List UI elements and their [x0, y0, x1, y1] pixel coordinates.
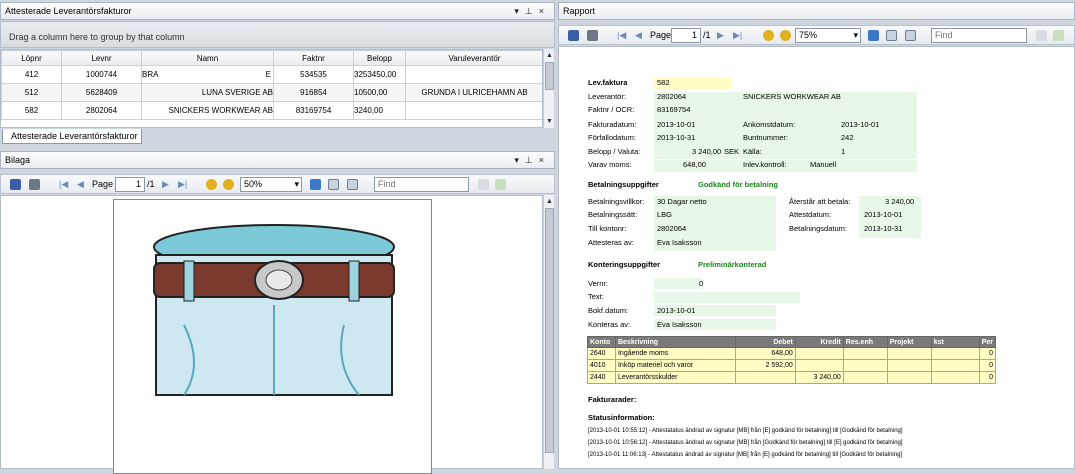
table-row[interactable]: 412 1000744 BRA E 534535 3253450,00 [1, 65, 542, 84]
grid-panel-header: Attesterade Leverantörsfakturor ▾⊥× [0, 2, 555, 20]
scroll-down-icon[interactable]: ▼ [545, 117, 554, 126]
kontering-table: Konto Beskrivning Debet Kredit Res.enh P… [587, 336, 997, 384]
kt-col-kredit: Kredit [794, 336, 844, 348]
page-total: /1 [703, 30, 711, 40]
chevron-down-icon[interactable]: ▾ [294, 178, 299, 191]
zoom-in-icon[interactable] [780, 30, 791, 41]
table-row: 2440 Leverantörsskulder 3 240,00 0 [587, 371, 997, 384]
statusinfo-label: Statusinformation: [588, 413, 655, 422]
table-row: 4010 Inköp materiel och varor 2 592,00 0 [587, 359, 997, 372]
col-header-levnr[interactable]: Levnr [61, 50, 142, 66]
col-header-varuleverantor[interactable]: Varuleverantör [405, 50, 542, 66]
grid-panel-title: Attesterade Leverantörsfakturor [5, 6, 132, 16]
scroll-up-icon[interactable]: ▲ [545, 197, 554, 206]
print-icon[interactable] [29, 179, 40, 190]
two-page-icon[interactable] [905, 30, 916, 41]
kt-col-projekt: Projekt [886, 336, 932, 348]
find-next-icon[interactable] [478, 179, 489, 190]
kontering-header: Konteringsuppgifter [588, 260, 661, 269]
dropdown-icon[interactable]: ▾ [514, 6, 525, 16]
find-input[interactable]: Find [374, 177, 469, 192]
kt-col-resenh: Res.enh [842, 336, 888, 348]
report-viewer: Lev.faktura 582 Leverantör: 2802064 SNIC… [558, 46, 1075, 469]
rapport-title: Rapport [563, 6, 596, 16]
page-width-icon[interactable] [310, 179, 321, 190]
next-page-icon[interactable]: ▶ [717, 30, 724, 41]
zoom-select[interactable]: 50% ▾ [240, 177, 302, 192]
group-hint: Drag a column here to group by that colu… [9, 32, 185, 42]
fakturarader-label: Fakturarader: [588, 395, 637, 404]
whole-page-icon[interactable] [886, 30, 897, 41]
betalning-header: Betalningsuppgifter [588, 180, 659, 189]
grid-scrollbar[interactable]: ▲ ▼ [543, 49, 554, 128]
rapport-toolbar: |◀ ◀ Page 1 /1 ▶ ▶| 75% ▾ Find [558, 25, 1075, 45]
table-row[interactable]: 582 2802064 SNICKERS WORKWEAR AB 8316975… [1, 101, 542, 120]
kt-col-beskrivning: Beskrivning [614, 336, 736, 348]
table-row[interactable]: 512 5628409 LUNA SVERIGE AB 916854 10500… [1, 83, 542, 102]
attachment-page [113, 199, 432, 474]
invoice-grid: Löpnr Levnr Namn Faktnr Belopp Varulever… [0, 49, 543, 128]
kt-col-debet: Debet [734, 336, 796, 348]
last-page-icon[interactable]: ▶| [733, 30, 742, 41]
find-prev-icon[interactable] [1053, 30, 1064, 41]
status-line: [2013-10-01 11:06:13] - Attestatatus änd… [588, 452, 903, 458]
page-label: Page [650, 30, 672, 40]
page-label: Page [92, 179, 114, 189]
scroll-up-icon[interactable]: ▲ [545, 51, 554, 60]
close-icon[interactable]: × [539, 155, 550, 165]
betalning-status: Godkänd för betalning [698, 180, 778, 189]
prev-page-icon[interactable]: ◀ [77, 179, 84, 190]
bilaga-viewer [0, 195, 543, 474]
bilaga-scrollbar[interactable]: ▲ [543, 195, 554, 469]
first-page-icon[interactable]: |◀ [59, 179, 68, 190]
status-line: [2013-10-01 10:56:12] - Attestatatus änd… [588, 440, 903, 446]
kt-col-per: Per [978, 336, 997, 348]
find-prev-icon[interactable] [495, 179, 506, 190]
save-icon[interactable] [568, 30, 579, 41]
next-page-icon[interactable]: ▶ [162, 179, 169, 190]
close-icon[interactable]: × [539, 6, 550, 16]
bilaga-toolbar: |◀ ◀ Page 1 /1 ▶ ▶| 50% ▾ Find [0, 174, 555, 194]
bilaga-panel-header: Bilaga ▾⊥× [0, 151, 555, 169]
find-next-icon[interactable] [1036, 30, 1047, 41]
col-header-lopnr[interactable]: Löpnr [1, 50, 62, 66]
last-page-icon[interactable]: ▶| [178, 179, 187, 190]
whole-page-icon[interactable] [328, 179, 339, 190]
chevron-down-icon[interactable]: ▾ [853, 29, 858, 42]
kt-col-konto: Konto [587, 336, 616, 348]
col-header-belopp[interactable]: Belopp [353, 50, 406, 66]
kontering-status: Preliminärkonterad [698, 260, 767, 269]
page-number-input[interactable]: 1 [115, 177, 145, 192]
kt-col-kst: kst [930, 336, 980, 348]
pin-icon[interactable]: ⊥ [525, 155, 539, 165]
find-input[interactable]: Find [931, 28, 1027, 43]
zoom-out-icon[interactable] [763, 30, 774, 41]
col-header-faktnr[interactable]: Faktnr [273, 50, 354, 66]
two-page-icon[interactable] [347, 179, 358, 190]
col-header-namn[interactable]: Namn [141, 50, 274, 66]
prev-page-icon[interactable]: ◀ [635, 30, 642, 41]
page-total: /1 [147, 179, 155, 189]
dropdown-icon[interactable]: ▾ [514, 155, 525, 165]
pin-icon[interactable]: ⊥ [525, 6, 539, 16]
print-icon[interactable] [587, 30, 598, 41]
group-panel[interactable]: Drag a column here to group by that colu… [0, 21, 555, 48]
tab-attesterade[interactable]: Attesterade Leverantörsfakturor [2, 129, 142, 144]
table-row: 2640 Ingående moms 648,00 0 [587, 347, 997, 360]
lev-faktura-value: 582 [657, 78, 670, 87]
bilaga-title: Bilaga [5, 155, 31, 165]
jeans-belt-image [153, 224, 395, 396]
scroll-thumb[interactable] [545, 62, 554, 90]
zoom-select[interactable]: 75% ▾ [795, 28, 861, 43]
lev-faktura-label: Lev.faktura [588, 78, 628, 87]
zoom-out-icon[interactable] [206, 179, 217, 190]
rapport-panel-header: Rapport [558, 2, 1075, 20]
page-number-input[interactable]: 1 [671, 28, 701, 43]
zoom-in-icon[interactable] [223, 179, 234, 190]
save-icon[interactable] [10, 179, 21, 190]
scroll-thumb[interactable] [545, 208, 554, 453]
status-line: [2013-10-01 10:55:12] - Attestatatus änd… [588, 428, 903, 434]
first-page-icon[interactable]: |◀ [617, 30, 626, 41]
page-width-icon[interactable] [868, 30, 879, 41]
